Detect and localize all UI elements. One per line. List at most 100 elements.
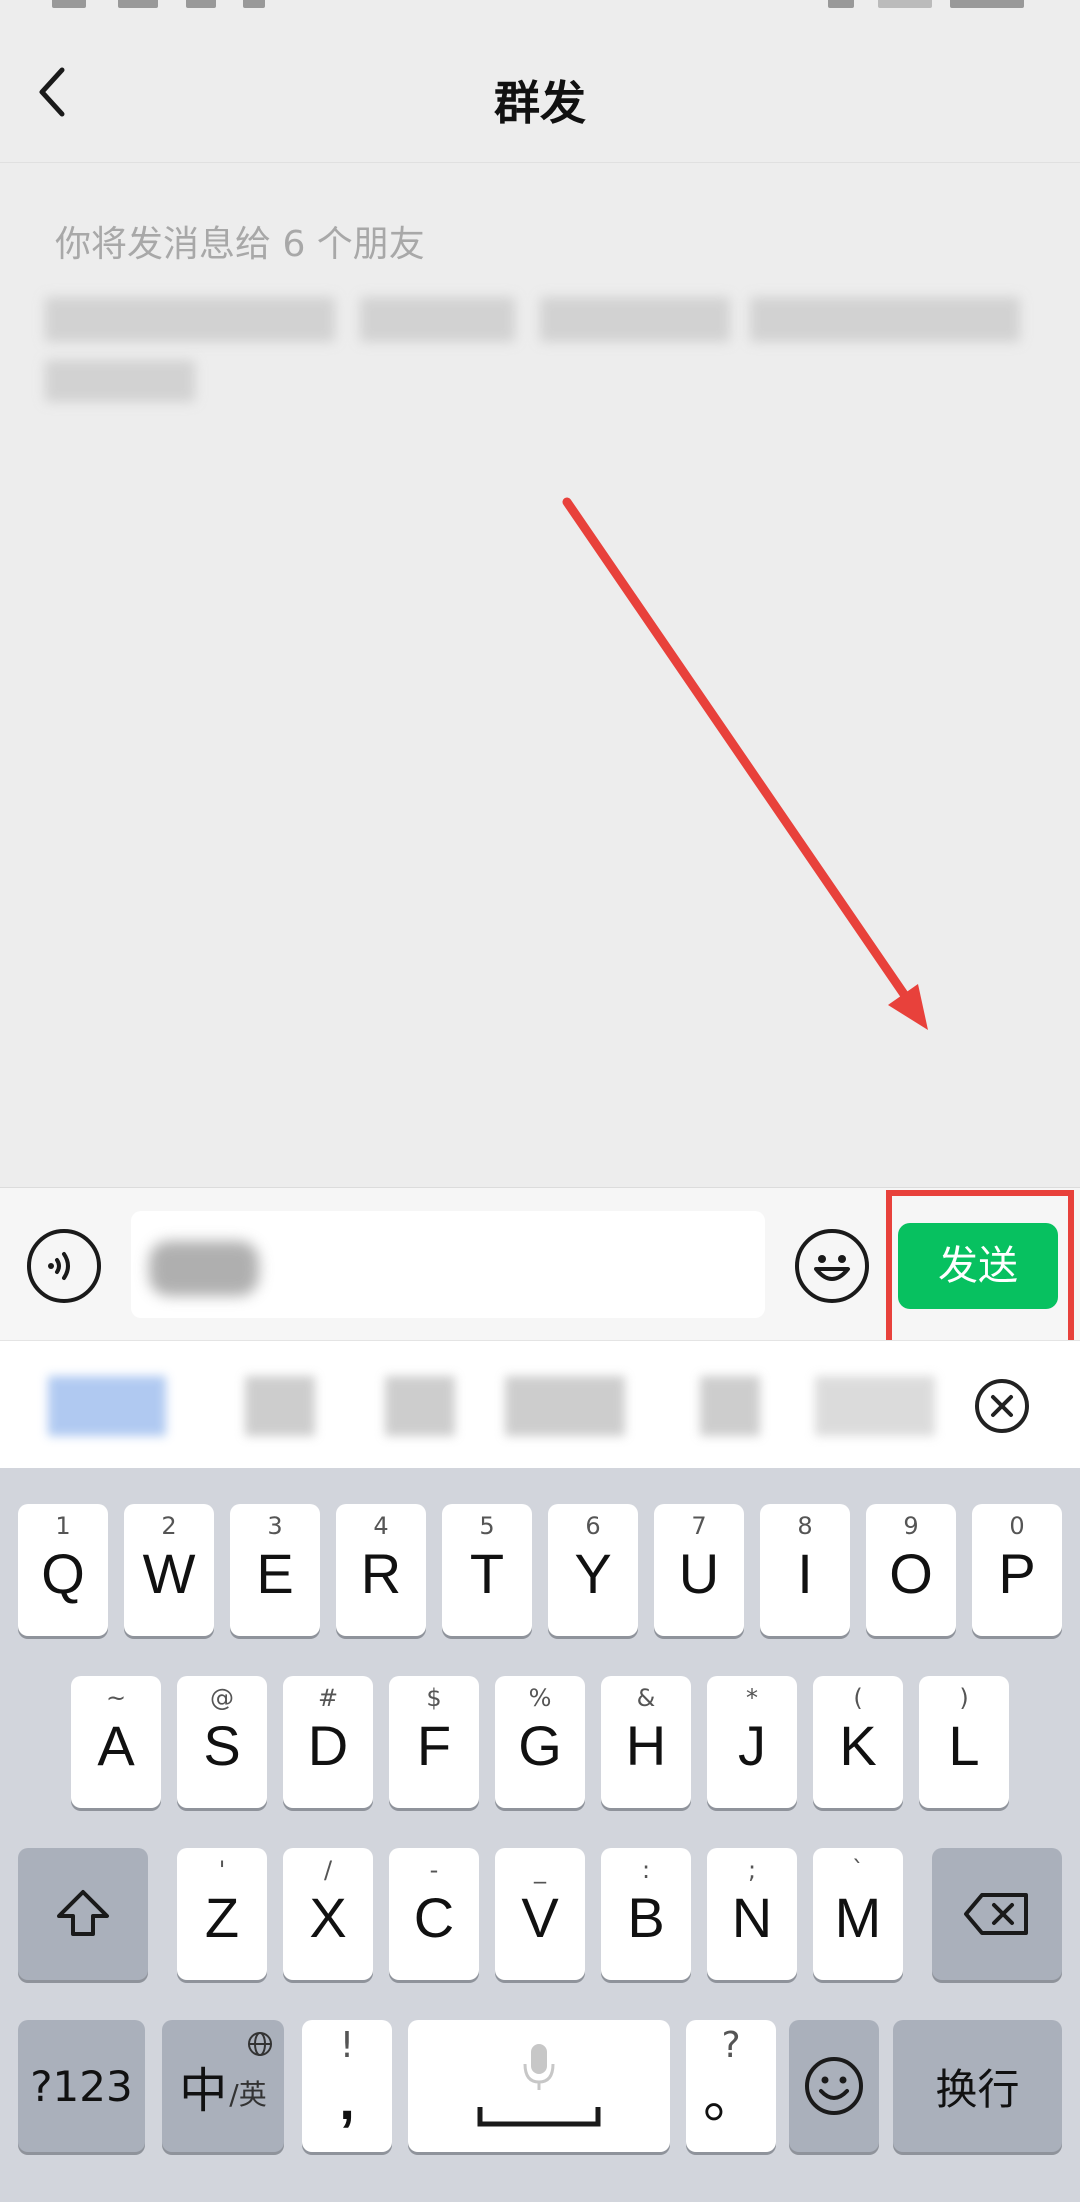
shift-key[interactable]	[18, 1848, 148, 1980]
keyboard: 1Q 2W 3E 4R 5T 6Y 7U 8I 9O 0P ~ A @ S # D $…	[0, 1468, 1080, 2202]
key-j[interactable]: * J	[707, 1676, 797, 1808]
key-f[interactable]: $ F	[389, 1676, 479, 1808]
key-label: M	[834, 1886, 882, 1949]
candidate-word[interactable]	[245, 1376, 315, 1436]
shift-icon	[57, 1890, 109, 1936]
key-u[interactable]: 7U	[654, 1504, 744, 1636]
smile-icon	[814, 1255, 850, 1281]
key-i[interactable]: 8I	[760, 1504, 850, 1636]
backspace-key[interactable]	[932, 1848, 1062, 1980]
candidate-word[interactable]	[700, 1376, 760, 1436]
key-sub-label: @	[210, 1684, 234, 1712]
candidate-word[interactable]	[505, 1376, 625, 1436]
key-y[interactable]: 6Y	[548, 1504, 638, 1636]
status-bar	[0, 0, 1080, 22]
key-d[interactable]: # D	[283, 1676, 373, 1808]
signal-indicator	[52, 0, 86, 8]
signal-bars-2	[186, 0, 216, 8]
space-key[interactable]	[408, 2020, 670, 2152]
key-p[interactable]: 0P	[972, 1504, 1062, 1636]
lang-key-alt-label: /英	[229, 2078, 267, 2111]
key-sub-label: #	[317, 1684, 339, 1712]
key-sub-label: /	[323, 1856, 333, 1884]
key-g[interactable]: % G	[495, 1676, 585, 1808]
key-a[interactable]: ~ A	[71, 1676, 161, 1808]
key-sub-label: $	[426, 1684, 442, 1712]
key-label: G	[518, 1714, 562, 1777]
key-q[interactable]: 1Q	[18, 1504, 108, 1636]
enter-key[interactable]: 换行	[893, 2020, 1062, 2152]
emoji-key[interactable]	[789, 2020, 879, 2152]
key-label: L	[948, 1714, 980, 1777]
key-label: S	[203, 1714, 241, 1777]
close-circle-icon	[991, 1395, 1013, 1417]
key-sub-label: 1	[55, 1512, 71, 1540]
key-n[interactable]: ; N	[707, 1848, 797, 1980]
smile-icon	[805, 2057, 863, 2115]
key-t[interactable]: 5T	[442, 1504, 532, 1636]
key-label: V	[521, 1886, 559, 1949]
key-x[interactable]: / X	[283, 1848, 373, 1980]
candidate-word[interactable]	[48, 1376, 166, 1436]
symbols-key[interactable]: ?123	[18, 2020, 145, 2152]
key-label: J	[738, 1714, 766, 1777]
comma-key[interactable]: ! ,	[302, 2020, 392, 2152]
key-sub-label: 0	[1009, 1512, 1025, 1540]
comma-alt-label: !	[339, 2025, 355, 2066]
key-sub-label: ~	[105, 1684, 127, 1712]
key-w[interactable]: 2W	[124, 1504, 214, 1636]
period-key[interactable]: ? 。	[686, 2020, 776, 2152]
key-sub-label: (	[853, 1684, 863, 1712]
key-l[interactable]: ) L	[919, 1676, 1009, 1808]
language-switch-face: 中/英	[162, 2020, 284, 2152]
key-c[interactable]: -C	[389, 1848, 479, 1980]
mic-icon	[523, 2044, 555, 2090]
key-sub-label: 7	[691, 1512, 707, 1540]
key-sub-label: )	[959, 1684, 969, 1712]
battery-indicator	[878, 0, 932, 8]
key-label: X	[309, 1886, 347, 1949]
key-sub-label: _	[534, 1856, 546, 1884]
key-label: W	[142, 1542, 196, 1605]
key-label: F	[416, 1714, 452, 1777]
period-label: 。	[703, 2066, 759, 2129]
key-v[interactable]: _ V	[495, 1848, 585, 1980]
key-s[interactable]: @ S	[177, 1676, 267, 1808]
key-sub-label: %	[528, 1684, 552, 1712]
key-sub-label: *	[746, 1684, 758, 1712]
emoji-button[interactable]	[795, 1229, 869, 1303]
page-title: 群发	[494, 76, 586, 130]
key-label: B	[627, 1886, 665, 1949]
language-switch-key[interactable]: 中/英	[162, 2020, 284, 2152]
voice-input-button[interactable]	[27, 1229, 101, 1303]
key-m[interactable]: ` M	[813, 1848, 903, 1980]
key-label: E	[256, 1542, 294, 1605]
key-h[interactable]: & H	[601, 1676, 691, 1808]
clear-candidates-button[interactable]	[975, 1379, 1029, 1433]
key-sub-label: 8	[797, 1512, 813, 1540]
key-z[interactable]: ' Z	[177, 1848, 267, 1980]
key-sub-label: ;	[747, 1856, 757, 1884]
key-e[interactable]: 3E	[230, 1504, 320, 1636]
key-sub-label: `	[852, 1856, 864, 1884]
key-label: H	[625, 1714, 667, 1777]
candidate-word[interactable]	[815, 1376, 935, 1436]
key-label: R	[360, 1542, 402, 1605]
key-o[interactable]: 9O	[866, 1504, 956, 1636]
key-k[interactable]: (K	[813, 1676, 903, 1808]
message-input[interactable]	[131, 1211, 765, 1318]
signal-bars	[118, 0, 158, 8]
recipient-list	[40, 285, 1040, 425]
key-label: P	[998, 1542, 1036, 1605]
wifi-indicator	[243, 0, 265, 8]
send-button[interactable]: 发送	[898, 1223, 1058, 1309]
candidate-word[interactable]	[385, 1376, 455, 1436]
backspace-key-face	[932, 1848, 1062, 1980]
key-sub-label: 2	[161, 1512, 177, 1540]
key-sub-label: 4	[373, 1512, 389, 1540]
key-label: O	[889, 1542, 933, 1605]
key-b[interactable]: :B	[601, 1848, 691, 1980]
key-r[interactable]: 4R	[336, 1504, 426, 1636]
key-label: T	[469, 1542, 505, 1605]
backspace-icon	[964, 1893, 1028, 1935]
